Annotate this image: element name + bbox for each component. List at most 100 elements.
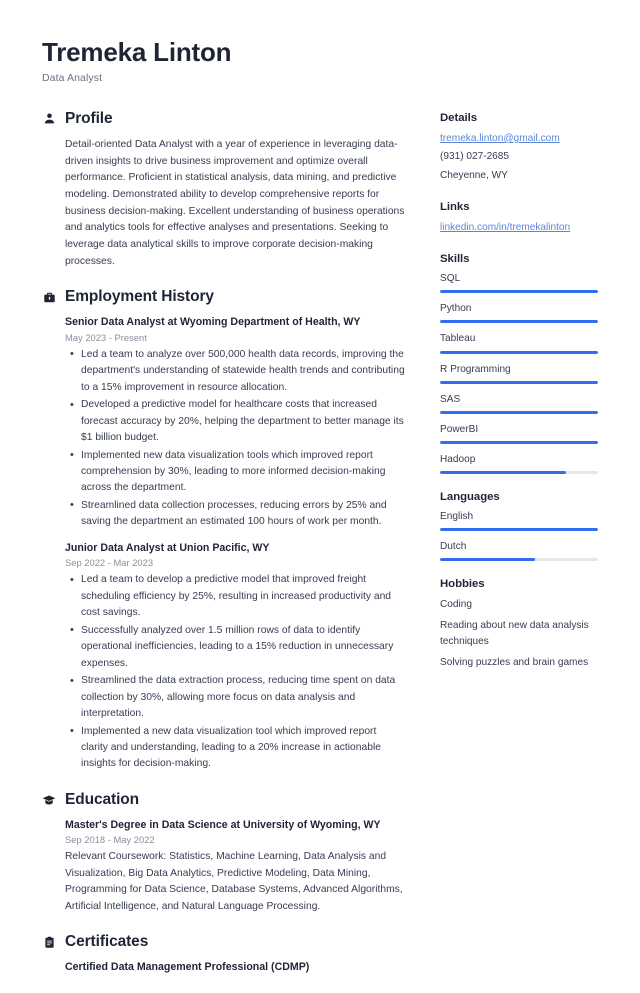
sidebar-heading-skills: Skills [440,253,470,266]
skill-level-fill [440,471,567,475]
graduation-cap-icon [42,792,56,807]
skill-item: Tableau [440,332,598,354]
language-level-track [440,528,598,532]
skill-label: PowerBI [440,423,479,435]
skill-label: Python [440,303,472,315]
education-body: Master's Degree in Data Science at Unive… [42,818,406,915]
skill-level-track [440,471,598,475]
clipboard-icon [42,935,56,950]
employment-entry-title: Senior Data Analyst at Wyoming Departmen… [65,316,361,329]
email-link[interactable]: tremeka.linton@gmail.com [440,131,598,147]
section-certificates: Certificates Certified Data Management P… [42,933,406,974]
sidebar-block-details: Details tremeka.linton@gmail.com (931) 0… [440,112,598,184]
list-item: Implemented new data visualization tools… [70,447,406,497]
employment-entry-bullets: Led a team to analyze over 500,000 healt… [65,346,406,531]
employment-entry-bullets: Led a team to develop a predictive model… [65,572,406,773]
briefcase-icon [42,290,56,305]
skill-label: SQL [440,273,461,285]
list-item: Led a team to analyze over 500,000 healt… [70,346,406,396]
employment-body: Senior Data Analyst at Wyoming Departmen… [42,315,406,773]
employment-entry: Junior Data Analyst at Union Pacific, WY… [65,541,406,773]
skill-level-fill [440,290,598,294]
skill-item: R Programming [440,363,598,384]
sidebar-block-languages: Languages English Dutch [440,491,598,562]
section-title-education: Education [65,790,140,808]
certificates-body: Certified Data Management Professional (… [42,960,406,974]
section-title-profile: Profile [65,109,113,127]
list-item: Implemented a new data visualization too… [70,723,406,773]
profile-summary-text: Detail-oriented Data Analyst with a year… [65,138,405,267]
education-entry: Master's Degree in Data Science at Unive… [65,818,406,915]
linkedin-link[interactable]: linkedin.com/in/tremekalinton [440,220,598,236]
employment-entry-date: Sep 2022 - Mar 2023 [65,557,154,569]
language-label: Dutch [440,541,467,553]
skill-level-track [440,380,598,384]
skill-level-track [440,440,598,444]
hobby-item: Coding [440,599,472,611]
profile-heading-row: Profile [42,110,406,128]
candidate-name: Tremeka Linton [42,37,232,67]
education-entry-description: Relevant Coursework: Statistics, Machine… [65,851,403,912]
certificate-entry-title: Certified Data Management Professional (… [65,961,310,974]
section-profile: Profile Detail-oriented Data Analyst wit… [42,110,406,270]
resume-page: Tremeka Linton Data Analyst Profile Deta… [0,0,640,973]
employment-heading-row: Employment History [42,288,406,306]
language-level-track [440,558,598,562]
skill-level-track [440,290,598,294]
phone-text: (931) 027-2685 [440,151,510,163]
list-item: Streamlined data collection processes, r… [70,497,406,531]
skill-label: SAS [440,393,461,405]
skill-label: Tableau [440,333,476,345]
resume-columns: Profile Detail-oriented Data Analyst wit… [42,110,598,993]
language-label: English [440,511,474,523]
education-heading-row: Education [42,791,406,809]
certificates-heading-row: Certificates [42,933,406,951]
list-item: Developed a predictive model for healthc… [70,397,406,446]
skill-item: Python [440,302,598,324]
skill-level-fill [440,350,598,354]
skill-level-fill [440,410,598,414]
list-item: Successfully analyzed over 1.5 million r… [70,622,406,672]
sidebar-block-skills: Skills SQL Python Tableau R Programming … [440,253,598,475]
section-title-employment: Employment History [65,288,214,306]
hobby-item: Reading about new data analysis techniqu… [440,620,589,647]
language-level-fill [440,558,535,562]
sidebar-block-links: Links linkedin.com/in/tremekalinton [440,201,598,236]
sidebar-heading-hobbies: Hobbies [440,578,485,591]
candidate-job-title: Data Analyst [42,71,103,84]
section-employment-history: Employment History Senior Data Analyst a… [42,288,406,773]
education-entry-date: Sep 2018 - May 2022 [65,834,155,846]
sidebar-heading-links: Links [440,200,470,213]
skill-label: R Programming [440,363,511,375]
sidebar-heading-languages: Languages [440,491,500,504]
location-text: Cheyenne, WY [440,169,508,181]
profile-body: Detail-oriented Data Analyst with a year… [42,137,406,270]
certificate-entry: Certified Data Management Professional (… [65,960,406,974]
user-icon [42,111,56,126]
skill-level-track [440,320,598,324]
employment-entry-date: May 2023 - Present [65,331,147,343]
skill-level-track [440,410,598,414]
list-item: Led a team to develop a predictive model… [70,572,406,621]
skill-item: SQL [440,272,598,294]
list-item: Streamlined the data extraction process,… [70,673,406,722]
skill-item: PowerBI [440,423,598,444]
skill-item: Hadoop [440,453,598,475]
employment-entry-title: Junior Data Analyst at Union Pacific, WY [65,541,270,554]
language-level-fill [440,528,598,532]
employment-entry: Senior Data Analyst at Wyoming Departmen… [65,315,406,531]
hobby-item: Solving puzzles and brain games [440,656,589,668]
skill-label: Hadoop [440,453,476,465]
skill-item: SAS [440,393,598,414]
section-education: Education Master's Degree in Data Scienc… [42,791,406,915]
skill-level-fill [440,320,598,324]
resume-header: Tremeka Linton Data Analyst [42,37,598,84]
section-title-certificates: Certificates [65,933,149,951]
sidebar-heading-details: Details [440,111,478,124]
skill-level-fill [440,380,598,384]
sidebar-block-hobbies: Hobbies Coding Reading about new data an… [440,578,598,670]
language-item: Dutch [440,540,598,562]
main-column: Profile Detail-oriented Data Analyst wit… [42,110,406,993]
skill-level-fill [440,440,598,444]
sidebar-column: Details tremeka.linton@gmail.com (931) 0… [440,110,598,687]
